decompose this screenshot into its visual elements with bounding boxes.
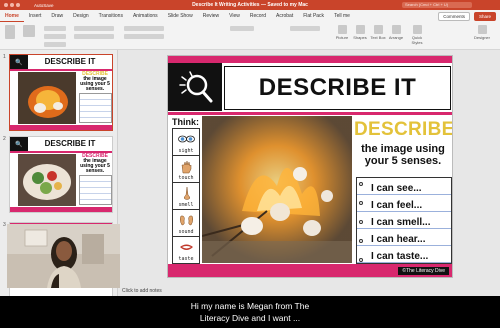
- tab-transitions[interactable]: Transitions: [94, 10, 128, 22]
- magnifier-icon: 🔍: [10, 55, 28, 69]
- designer-button[interactable]: Designer: [470, 25, 494, 40]
- roasting-marshmallows-photo: [202, 116, 352, 263]
- describe-heading: DESCRIBE: [354, 119, 453, 140]
- tab-draw[interactable]: Draw: [46, 10, 68, 22]
- marshmallow-photo-thumbnail: [18, 72, 76, 124]
- sentence-starters-notebook: I can see... I can feel... I can smell..…: [356, 177, 452, 264]
- paste-button[interactable]: [3, 25, 17, 40]
- prompt-feel: I can feel...: [371, 200, 423, 211]
- text-box-button[interactable]: Text Box: [370, 25, 386, 40]
- slide-title: DESCRIBE IT: [224, 66, 451, 110]
- shapes-button[interactable]: Shapes: [352, 25, 368, 40]
- convert-to-smartart-button[interactable]: [230, 26, 254, 31]
- food-plate-photo-thumbnail: [18, 154, 76, 206]
- comments-button[interactable]: Comments: [438, 12, 470, 21]
- paragraph-buttons[interactable]: [124, 26, 164, 31]
- slide-thumbnail[interactable]: 🔍 DESCRIBE IT DESCRIBE the image using y…: [9, 136, 113, 213]
- describe-subtitle: the image using your 5 senses.: [361, 143, 445, 167]
- magnifier-icon: 🔍: [10, 137, 28, 151]
- sense-card-sound: sound: [172, 209, 200, 237]
- think-label: Think:: [172, 117, 199, 127]
- notebook-lines: [79, 175, 112, 205]
- font-name-dropdown[interactable]: [74, 26, 114, 31]
- ribbon-tabs: Home Insert Draw Design Transitions Animation…: [0, 10, 500, 22]
- thumbnail-title: DESCRIBE IT: [44, 139, 96, 148]
- eyes-icon: [178, 135, 195, 143]
- slide-canvas[interactable]: DESCRIBE IT Think: sight touch smell sou…: [167, 55, 453, 278]
- section-dropdown[interactable]: [44, 42, 66, 47]
- tab-slide-show[interactable]: Slide Show: [163, 10, 198, 22]
- tab-flat-pack[interactable]: Flat Pack: [298, 10, 329, 22]
- sense-card-touch: touch: [172, 155, 200, 183]
- ears-icon: [179, 215, 194, 226]
- title-bar: AutoSave Describe It Writing Activities …: [0, 0, 500, 10]
- add-notes-placeholder[interactable]: Click to add notes: [122, 288, 162, 294]
- prompt-smell: I can smell...: [371, 217, 431, 228]
- presenter-video: [7, 224, 120, 288]
- sense-card-taste: taste: [172, 236, 200, 264]
- notebook-lines: [79, 93, 112, 123]
- search-input[interactable]: Search (Cmd + Ctrl + U): [402, 2, 472, 8]
- copyright-credit: ©The Literacy Dive: [398, 267, 449, 275]
- hand-icon: [181, 160, 192, 174]
- arrange-button[interactable]: Arrange: [388, 25, 404, 40]
- new-slide-button[interactable]: [20, 25, 38, 38]
- share-button[interactable]: Share: [473, 12, 496, 21]
- layout-dropdown[interactable]: [44, 26, 66, 31]
- slide-number: 3: [3, 222, 6, 228]
- slide-thumbnail[interactable]: 🔍 DESCRIBE IT DESCRIBE the image using y…: [9, 54, 113, 131]
- quick-styles-button[interactable]: Quick Styles: [406, 25, 428, 45]
- font-style-buttons[interactable]: [74, 34, 114, 39]
- magnifier-logo-icon: [168, 63, 222, 111]
- mouth-icon: [180, 244, 193, 250]
- tab-tell-me[interactable]: Tell me: [329, 10, 355, 22]
- sense-card-smell: smell: [172, 182, 200, 210]
- video-caption: Hi my name is Megan from The Literacy Di…: [0, 296, 500, 328]
- prompt-see: I can see...: [371, 183, 422, 194]
- tab-acrobat[interactable]: Acrobat: [271, 10, 298, 22]
- tab-record[interactable]: Record: [245, 10, 271, 22]
- tab-insert[interactable]: Insert: [24, 10, 47, 22]
- dictate-button[interactable]: [290, 26, 320, 31]
- tab-animations[interactable]: Animations: [128, 10, 163, 22]
- sense-card-sight: sight: [172, 128, 200, 156]
- reset-button[interactable]: [44, 34, 66, 39]
- tab-design[interactable]: Design: [68, 10, 94, 22]
- thumbnail-title: DESCRIBE IT: [44, 57, 96, 66]
- tab-review[interactable]: Review: [198, 10, 224, 22]
- webcam-video-overlay: [7, 224, 120, 288]
- ribbon-toolbar: Picture Shapes Text Box Arrange Quick St…: [0, 22, 500, 50]
- tab-view[interactable]: View: [224, 10, 245, 22]
- slide-number: 1: [3, 54, 6, 60]
- slide-number: 2: [3, 136, 6, 142]
- tab-home[interactable]: Home: [0, 10, 24, 22]
- nose-icon: [183, 186, 191, 200]
- alignment-buttons[interactable]: [124, 34, 164, 39]
- prompt-taste: I can taste...: [371, 251, 429, 262]
- picture-button[interactable]: Picture: [334, 25, 350, 40]
- prompt-hear: I can hear...: [371, 234, 426, 245]
